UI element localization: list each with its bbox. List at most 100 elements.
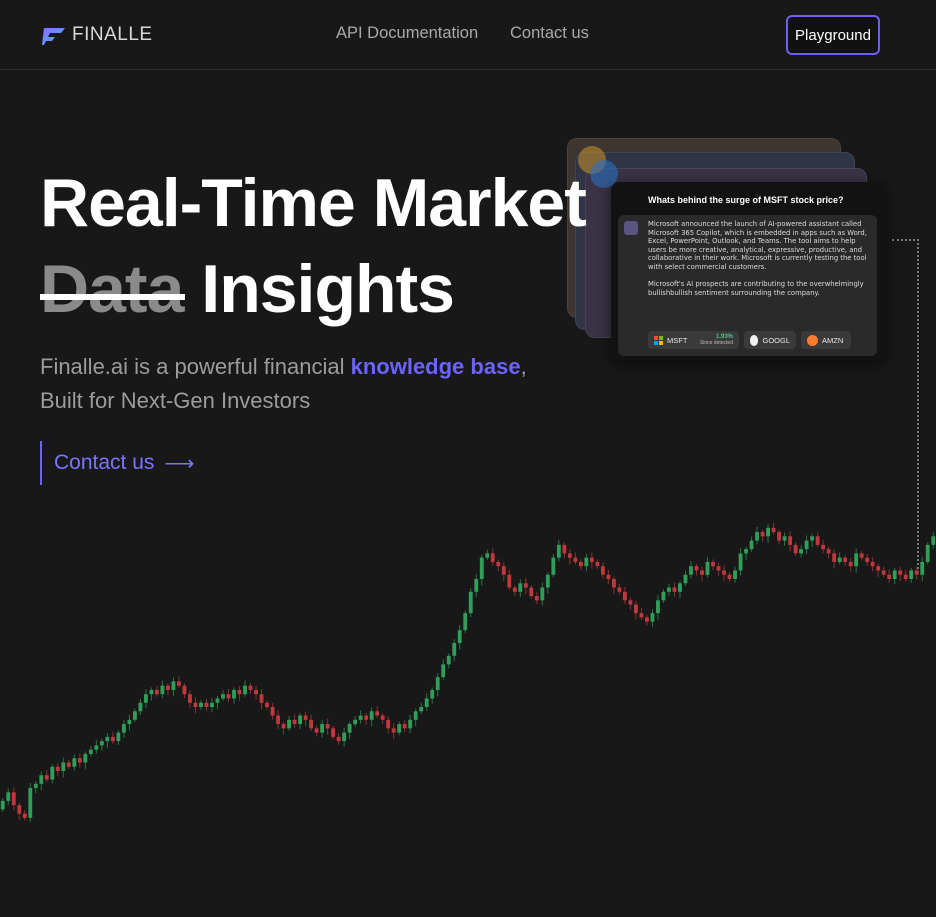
candle-body — [259, 694, 264, 703]
candle-body — [435, 677, 440, 690]
candle-body — [452, 643, 457, 656]
candle-body — [171, 681, 176, 690]
candle-body — [628, 600, 633, 605]
insight-paragraph: Microsoft's AI prospects are contributin… — [648, 280, 864, 297]
nav-contact-us[interactable]: Contact us — [510, 24, 589, 43]
candle-body — [446, 655, 451, 665]
ticker-amzn[interactable]: AMZN — [801, 331, 851, 349]
candle-body — [667, 587, 671, 592]
candle-body — [160, 685, 165, 695]
candle-body — [898, 570, 903, 575]
candle-body — [0, 800, 5, 810]
amazon-logo-icon — [807, 334, 818, 346]
candle-body — [540, 587, 545, 601]
ticker-symbol: GOOGL — [762, 335, 790, 345]
candle-body — [402, 724, 407, 729]
candle-body — [733, 570, 737, 579]
candle-body — [914, 570, 919, 575]
insight-text: Microsoft announced the launch of AI-pow… — [648, 220, 870, 306]
candle-body — [149, 689, 154, 695]
insight-question: Whats behind the surge of MSFT stock pri… — [648, 195, 844, 205]
logo[interactable]: FINALLE — [41, 24, 153, 46]
candle-body — [534, 596, 539, 601]
playground-button[interactable]: Playground — [786, 15, 880, 55]
candle-body — [848, 561, 853, 567]
candle-body — [276, 715, 280, 725]
candle-body — [353, 719, 358, 725]
candle-body — [837, 557, 842, 562]
candle-body — [204, 702, 209, 707]
candle-body — [887, 574, 892, 579]
candle-body — [903, 574, 908, 579]
candle-body — [606, 574, 611, 579]
candle-body — [105, 736, 110, 742]
candle-body — [121, 724, 126, 733]
candle-body — [182, 685, 187, 695]
candle-body — [617, 587, 622, 592]
candle-body — [683, 574, 688, 584]
candle-body — [232, 689, 236, 699]
candle-body — [386, 719, 391, 729]
candle-body — [656, 600, 660, 614]
candle-body — [771, 527, 776, 533]
candle-body — [501, 566, 506, 575]
candle-body — [397, 724, 402, 733]
candle-body — [931, 536, 936, 545]
candle-body — [77, 758, 82, 763]
contact-us-cta[interactable]: Contact us ⟶ — [40, 441, 195, 485]
subtitle-highlight: knowledge base — [350, 354, 521, 379]
candle-body — [17, 805, 22, 814]
candle-body — [303, 715, 308, 720]
ticker-symbol: AMZN — [822, 335, 844, 345]
candle-body — [468, 591, 473, 614]
candle-body — [760, 532, 765, 537]
candle-body — [694, 566, 699, 571]
candle-body — [832, 553, 837, 562]
ticker-googl[interactable]: GOOGL — [744, 331, 796, 349]
candle-body — [622, 591, 627, 601]
candle-body — [474, 579, 479, 592]
site-header: FINALLE API Documentation Contact us Pla… — [0, 0, 936, 70]
candle-body — [193, 702, 198, 707]
candle-body — [479, 557, 484, 579]
candle-body — [358, 715, 363, 720]
candle-body — [61, 762, 66, 771]
candle-body — [177, 681, 181, 686]
candle-body — [821, 544, 826, 550]
nav-api-documentation[interactable]: API Documentation — [336, 24, 478, 43]
hero-title-highlight: Insights — [201, 251, 455, 327]
candle-body — [364, 715, 369, 720]
hero-title-line1: Real-Time Market — [40, 165, 587, 241]
candle-body — [143, 694, 148, 703]
candle-body — [678, 583, 682, 592]
candle-body — [413, 711, 418, 720]
candle-body — [110, 736, 115, 742]
candle-body — [661, 591, 666, 601]
candle-body — [650, 613, 655, 622]
candle-body — [72, 758, 77, 767]
candle-body — [441, 664, 446, 678]
candle-body — [744, 549, 748, 554]
candle-body — [221, 694, 225, 699]
hero-title: Real-Time Market Data Insights — [40, 160, 587, 332]
candle-body — [716, 566, 721, 571]
candle-body — [33, 783, 38, 789]
candle-body — [457, 630, 462, 643]
candle-body — [336, 736, 341, 742]
candle-body — [523, 583, 528, 588]
logo-text: FINALLE — [72, 24, 153, 45]
candle-body — [298, 715, 302, 725]
candle-body — [375, 711, 380, 716]
insight-card: Whats behind the surge of MSFT stock pri… — [611, 182, 885, 360]
candle-body — [788, 536, 793, 545]
candle-body — [116, 732, 121, 742]
candle-body — [44, 775, 49, 780]
candle-body — [815, 536, 820, 545]
candle-body — [419, 707, 424, 712]
candle-body — [529, 587, 534, 597]
ticker-msft[interactable]: MSFT 1.93% Since detected — [648, 331, 739, 349]
candle-body — [810, 536, 815, 541]
candle-body — [215, 698, 220, 703]
microsoft-logo-icon — [654, 335, 663, 345]
arrow-right-icon: ⟶ — [164, 451, 195, 475]
